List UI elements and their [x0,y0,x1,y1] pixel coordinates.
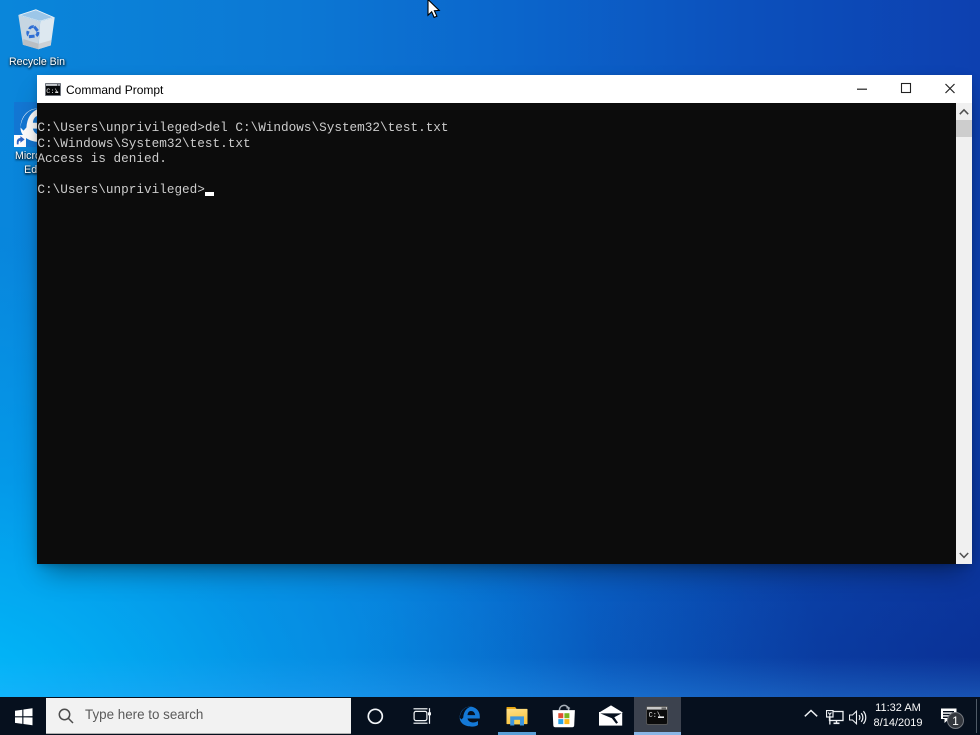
svg-text:C:\: C:\ [649,712,661,720]
svg-text:1: 1 [952,714,959,728]
